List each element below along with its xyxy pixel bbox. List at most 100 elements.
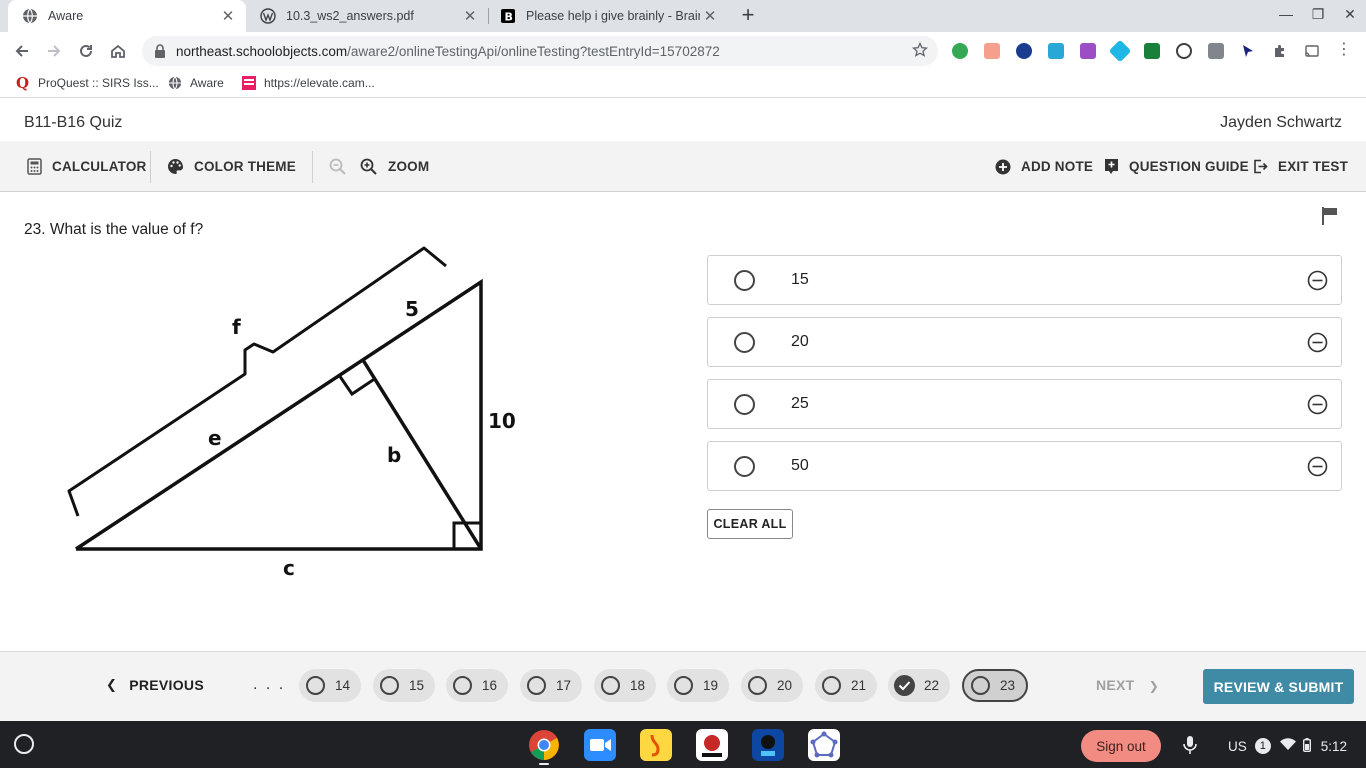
extension-cloud-icon[interactable] — [1048, 43, 1064, 59]
unanswered-circle-icon — [453, 676, 472, 695]
education-app-icon[interactable] — [696, 729, 728, 761]
answer-value: 50 — [791, 457, 809, 474]
status-tray[interactable]: US 1 5:12 — [1218, 730, 1360, 762]
extension-green-icon[interactable] — [952, 43, 968, 59]
geometry-app-icon[interactable] — [808, 729, 840, 761]
wordpress-w-icon — [260, 8, 276, 24]
extension-green-chart-icon[interactable] — [1144, 43, 1160, 59]
home-icon[interactable] — [107, 40, 129, 62]
extension-k-icon[interactable] — [1016, 43, 1032, 59]
extension-purple-icon[interactable] — [1080, 43, 1096, 59]
eliminate-icon[interactable] — [1307, 332, 1328, 353]
chrome-app-icon[interactable] — [528, 729, 560, 761]
answer-value: 25 — [791, 395, 809, 412]
eliminate-icon[interactable] — [1307, 456, 1328, 477]
question-guide-icon — [1105, 159, 1118, 174]
answer-option[interactable]: 25 — [707, 379, 1342, 429]
question-pill-15[interactable]: 15 — [373, 669, 435, 702]
zoom-app-icon[interactable] — [584, 729, 616, 761]
question-pill-14[interactable]: 14 — [299, 669, 361, 702]
clear-all-button[interactable]: CLEAR ALL — [707, 509, 793, 539]
microphone-icon[interactable] — [1182, 735, 1198, 755]
globe-icon — [168, 76, 182, 90]
tab-brainly[interactable]: B Please help i give brainly - Brainly ✕ — [486, 0, 728, 32]
cast-icon[interactable] — [1304, 43, 1320, 59]
reload-icon[interactable] — [75, 40, 97, 62]
close-tab-icon[interactable]: ✕ — [218, 7, 238, 25]
zoom-in-icon — [360, 158, 377, 175]
bookmark-label: Aware — [190, 76, 224, 90]
url-path: /aware2/onlineTestingApi/onlineTesting?t… — [347, 43, 720, 59]
quiz-title: B11-B16 Quiz — [24, 114, 123, 131]
classroom-app-icon[interactable] — [640, 729, 672, 761]
close-window-icon[interactable]: ✕ — [1340, 6, 1360, 23]
question-number: 15 — [409, 678, 425, 693]
eliminate-icon[interactable] — [1307, 270, 1328, 291]
tab-pdf[interactable]: 10.3_ws2_answers.pdf ✕ — [246, 0, 488, 32]
answer-option[interactable]: 15 — [707, 255, 1342, 305]
unanswered-circle-icon — [748, 676, 767, 695]
menu-dots-icon[interactable]: ⋮ — [1336, 42, 1352, 59]
bookmark-aware[interactable]: Aware — [168, 76, 224, 90]
question-guide-button[interactable]: QUESTION GUIDE — [1104, 141, 1249, 192]
question-pill-19[interactable]: 19 — [667, 669, 729, 702]
close-tab-icon[interactable]: ✕ — [460, 7, 480, 25]
next-button[interactable]: NEXT ❯ — [1096, 677, 1159, 693]
restore-icon[interactable]: ❐ — [1308, 6, 1328, 23]
question-pill-21[interactable]: 21 — [815, 669, 877, 702]
radio-button[interactable] — [734, 269, 755, 291]
launcher-icon[interactable] — [14, 734, 34, 754]
extension-diamond-icon[interactable] — [1108, 39, 1132, 63]
tab-aware[interactable]: Aware ✕ — [8, 0, 246, 32]
eliminate-icon[interactable] — [1307, 394, 1328, 415]
previous-button[interactable]: ❮ PREVIOUS — [106, 677, 204, 693]
sign-out-button[interactable]: Sign out — [1081, 730, 1161, 762]
question-pill-18[interactable]: 18 — [594, 669, 656, 702]
extensions-puzzle-icon[interactable] — [1272, 43, 1288, 59]
review-submit-button[interactable]: REVIEW & SUBMIT — [1203, 669, 1354, 704]
label-e: e — [208, 426, 222, 450]
radio-button[interactable] — [734, 455, 755, 477]
bookmark-elevate[interactable]: https://elevate.cam... — [242, 76, 375, 90]
radio-button[interactable] — [734, 331, 755, 353]
chevron-right-icon: ❯ — [1148, 679, 1160, 693]
calculator-button[interactable]: CALCULATOR — [27, 141, 147, 192]
more-questions-ellipsis[interactable]: . . . — [253, 676, 285, 694]
exit-test-button[interactable]: EXIT TEST — [1253, 141, 1348, 192]
close-tab-icon[interactable]: ✕ — [700, 7, 720, 25]
answer-option[interactable]: 50 — [707, 441, 1342, 491]
question-pill-16[interactable]: 16 — [446, 669, 508, 702]
extension-arrow-icon[interactable] — [984, 43, 1000, 59]
unanswered-circle-icon — [822, 676, 841, 695]
bookmark-proquest[interactable]: Q ProQuest :: SIRS Iss... — [16, 76, 159, 91]
bookmark-label: https://elevate.cam... — [264, 76, 375, 90]
extension-cursor-icon[interactable] — [1240, 43, 1256, 59]
address-bar[interactable]: northeast.schoolobjects.com/aware2/onlin… — [142, 36, 938, 66]
question-pill-20[interactable]: 20 — [741, 669, 803, 702]
extension-gray-icon[interactable] — [1208, 43, 1224, 59]
question-pill-22[interactable]: 22 — [888, 669, 950, 702]
answer-option[interactable]: 20 — [707, 317, 1342, 367]
zoom-in-button[interactable]: ZOOM — [360, 141, 429, 192]
bookmarks-bar: Q ProQuest :: SIRS Iss... Aware https://… — [0, 70, 1366, 98]
minimize-icon[interactable]: — — [1276, 6, 1296, 22]
forward-arrow-icon[interactable] — [43, 40, 65, 62]
typing-club-app-icon[interactable] — [752, 729, 784, 761]
add-note-button[interactable]: ADD NOTE — [995, 141, 1093, 192]
color-theme-label: COLOR THEME — [194, 159, 296, 174]
new-tab-button[interactable]: + — [736, 4, 760, 28]
color-theme-button[interactable]: COLOR THEME — [167, 141, 296, 192]
radio-button[interactable] — [734, 393, 755, 415]
question-pill-17[interactable]: 17 — [520, 669, 582, 702]
tab-title: Aware — [48, 9, 84, 23]
flag-icon[interactable] — [1321, 206, 1339, 226]
zoom-out-button[interactable] — [329, 141, 357, 192]
question-number: 17 — [556, 678, 572, 693]
palette-icon — [168, 159, 183, 174]
answered-check-icon — [894, 675, 915, 696]
tab-title: 10.3_ws2_answers.pdf — [286, 9, 414, 23]
bookmark-star-icon[interactable] — [911, 41, 929, 58]
question-pill-23-current[interactable]: 23 — [962, 669, 1028, 702]
back-arrow-icon[interactable] — [11, 40, 33, 62]
extension-target-icon[interactable] — [1176, 43, 1192, 59]
